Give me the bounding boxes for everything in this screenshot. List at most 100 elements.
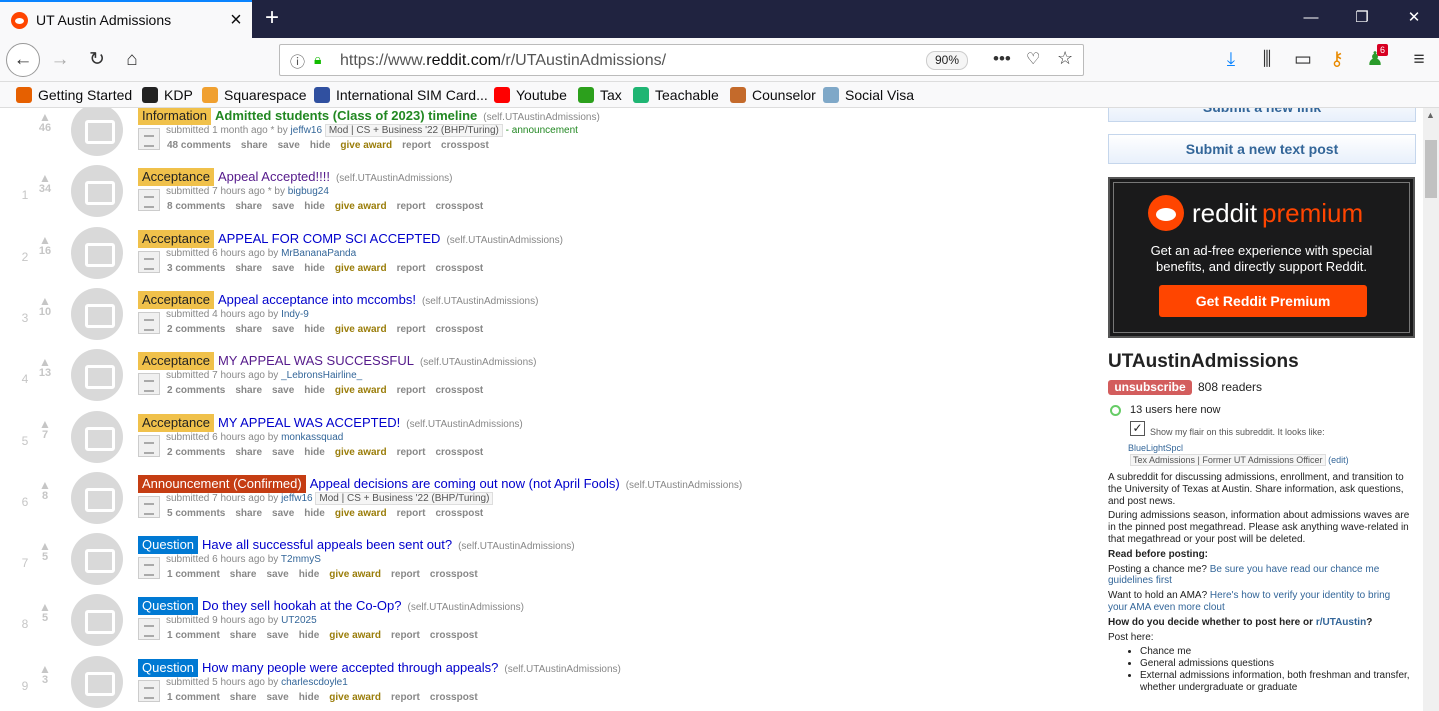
post-title[interactable]: How many people were accepted through ap… <box>202 660 498 675</box>
lock-icon[interactable]: 🔒︎ <box>314 51 321 68</box>
post-flair[interactable]: Question <box>138 597 199 616</box>
crosspost-link[interactable]: crosspost <box>435 508 483 519</box>
new-tab-button[interactable]: + <box>260 4 284 32</box>
save-link[interactable]: save <box>272 447 294 458</box>
hide-link[interactable]: hide <box>310 140 331 151</box>
post-flair[interactable]: Announcement (Confirmed) <box>138 474 306 493</box>
expando-button[interactable] <box>138 189 160 212</box>
report-link[interactable]: report <box>391 692 420 703</box>
self-post-thumbnail[interactable] <box>71 533 123 586</box>
expando-button[interactable] <box>138 434 160 457</box>
bookmark-item[interactable]: Squarespace <box>202 86 307 104</box>
share-link[interactable]: share <box>230 569 257 580</box>
award-link[interactable]: give award <box>335 385 387 396</box>
key-extension-icon[interactable]: ⚷ <box>1322 45 1352 75</box>
expando-button[interactable] <box>138 557 160 580</box>
post-flair[interactable]: Acceptance <box>138 290 214 309</box>
report-link[interactable]: report <box>397 201 426 212</box>
zoom-level[interactable]: 90% <box>926 51 969 70</box>
post-flair[interactable]: Acceptance <box>138 413 214 432</box>
report-link[interactable]: report <box>397 447 426 458</box>
report-link[interactable]: report <box>391 569 420 580</box>
comments-link[interactable]: 2 comments <box>167 324 225 335</box>
r-utaustin-link[interactable]: r/UTAustin <box>1316 617 1366 628</box>
unsubscribe-button[interactable]: unsubscribe <box>1108 380 1192 395</box>
reload-button[interactable]: ↻ <box>82 45 112 75</box>
bookmark-item[interactable]: Tax <box>578 86 622 104</box>
submit-link-button[interactable]: Submit a new link <box>1108 108 1416 122</box>
post-domain[interactable]: (self.UTAustinAdmissions) <box>336 173 453 184</box>
post-domain[interactable]: (self.UTAustinAdmissions) <box>406 419 523 430</box>
award-link[interactable]: give award <box>329 569 381 580</box>
subreddit-name[interactable]: UTAustinAdmissions <box>1108 351 1299 373</box>
forward-button[interactable]: → <box>45 45 75 75</box>
submit-text-button[interactable]: Submit a new text post <box>1108 134 1416 164</box>
self-post-thumbnail[interactable] <box>71 594 123 647</box>
post-domain[interactable]: (self.UTAustinAdmissions) <box>626 480 743 491</box>
back-button[interactable]: ← <box>6 43 40 77</box>
share-link[interactable]: share <box>230 692 257 703</box>
minimize-button[interactable]: — <box>1296 6 1326 30</box>
comments-link[interactable]: 1 comment <box>167 630 220 641</box>
page-actions-icon[interactable]: ••• <box>993 49 1011 69</box>
post-title[interactable]: MY APPEAL WAS ACCEPTED! <box>218 415 400 430</box>
expando-button[interactable] <box>138 128 160 150</box>
bookmark-item[interactable]: Counselor <box>730 86 816 104</box>
save-link[interactable]: save <box>272 201 294 212</box>
flair-checkbox[interactable]: ✓ <box>1130 421 1145 436</box>
comments-link[interactable]: 48 comments <box>167 140 231 151</box>
share-link[interactable]: share <box>235 385 262 396</box>
post-title[interactable]: MY APPEAL WAS SUCCESSFUL <box>218 353 414 368</box>
menu-icon[interactable]: ≡ <box>1404 45 1434 75</box>
crosspost-link[interactable]: crosspost <box>435 385 483 396</box>
hide-link[interactable]: hide <box>299 692 320 703</box>
expando-button[interactable] <box>138 618 160 641</box>
crosspost-link[interactable]: crosspost <box>430 569 478 580</box>
crosspost-link[interactable]: crosspost <box>435 201 483 212</box>
post-domain[interactable]: (self.UTAustinAdmissions) <box>483 112 600 123</box>
close-window-button[interactable]: ✕ <box>1399 6 1429 30</box>
post-author[interactable]: jeffw16 <box>281 493 313 504</box>
award-link[interactable]: give award <box>335 508 387 519</box>
share-link[interactable]: share <box>235 447 262 458</box>
share-link[interactable]: share <box>235 201 262 212</box>
post-domain[interactable]: (self.UTAustinAdmissions) <box>408 602 525 613</box>
hide-link[interactable]: hide <box>299 630 320 641</box>
post-domain[interactable]: (self.UTAustinAdmissions) <box>504 664 621 675</box>
comments-link[interactable]: 2 comments <box>167 385 225 396</box>
self-post-thumbnail[interactable] <box>71 108 123 156</box>
comments-link[interactable]: 8 comments <box>167 201 225 212</box>
report-link[interactable]: report <box>397 385 426 396</box>
crosspost-link[interactable]: crosspost <box>430 692 478 703</box>
award-link[interactable]: give award <box>335 324 387 335</box>
post-flair[interactable]: Question <box>138 536 199 555</box>
bookmark-item[interactable]: Getting Started <box>16 86 132 104</box>
flair-edit-link[interactable]: (edit) <box>1328 455 1349 465</box>
browser-tab[interactable]: UT Austin Admissions × <box>0 0 252 38</box>
save-link[interactable]: save <box>266 630 288 641</box>
sidebar-icon[interactable]: ▭ <box>1288 45 1318 75</box>
bookmark-item[interactable]: International SIM Card... <box>314 86 488 104</box>
hide-link[interactable]: hide <box>304 324 325 335</box>
post-author[interactable]: UT2025 <box>281 615 317 626</box>
post-flair[interactable]: Question <box>138 658 199 677</box>
save-link[interactable]: save <box>266 692 288 703</box>
save-link[interactable]: save <box>272 263 294 274</box>
post-author[interactable]: T2mmyS <box>281 554 321 565</box>
flair-username[interactable]: BlueLightSpcl <box>1128 443 1183 453</box>
post-flair[interactable]: Information <box>138 108 212 125</box>
share-link[interactable]: share <box>235 263 262 274</box>
self-post-thumbnail[interactable] <box>71 287 123 340</box>
post-domain[interactable]: (self.UTAustinAdmissions) <box>446 235 563 246</box>
self-post-thumbnail[interactable] <box>71 410 123 463</box>
save-link[interactable]: save <box>272 508 294 519</box>
award-link[interactable]: give award <box>329 630 381 641</box>
self-post-thumbnail[interactable] <box>71 349 123 402</box>
comments-link[interactable]: 1 comment <box>167 569 220 580</box>
report-link[interactable]: report <box>397 324 426 335</box>
report-link[interactable]: report <box>397 508 426 519</box>
hide-link[interactable]: hide <box>304 201 325 212</box>
crosspost-link[interactable]: crosspost <box>435 324 483 335</box>
award-link[interactable]: give award <box>329 692 381 703</box>
expando-button[interactable] <box>138 679 160 702</box>
